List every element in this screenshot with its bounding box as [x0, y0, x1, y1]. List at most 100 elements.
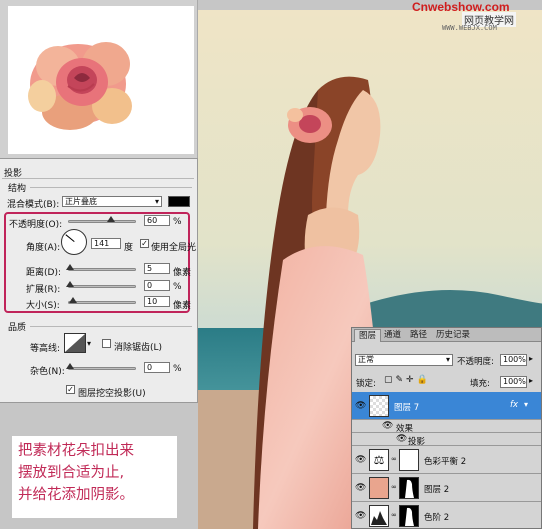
spread-slider[interactable] — [66, 281, 136, 288]
blend-mode-select[interactable]: 正片叠底 ▾ — [62, 196, 162, 207]
eye-icon[interactable]: 👁 — [355, 511, 366, 521]
layer-name: 图层 7 — [394, 403, 420, 413]
mask-thumbnail — [399, 477, 419, 499]
link-icon: ∞ — [391, 483, 397, 491]
mask-thumbnail — [399, 449, 419, 471]
spread-input[interactable]: 0 — [144, 280, 170, 291]
size-label: 大小(S): — [26, 301, 60, 311]
lock-icons[interactable]: ▢✎✛🔒 — [384, 375, 431, 385]
link-icon: ∞ — [391, 511, 397, 519]
caption-line: 把素材花朵扣出来 — [18, 443, 134, 459]
size-input[interactable]: 10 — [144, 296, 170, 307]
flower-material-panel — [0, 0, 198, 158]
chevron-down-icon: ▾ — [445, 355, 450, 364]
tab-paths[interactable]: 路径 — [406, 329, 431, 342]
screenshot: 投影 结构 混合模式(B): 正片叠底 ▾ 不透明度(O): 60 % 角度(A… — [0, 0, 542, 529]
section-structure: 结构 — [8, 184, 27, 194]
slider-thumb[interactable] — [66, 363, 74, 369]
size-slider[interactable] — [68, 297, 136, 304]
slider-thumb[interactable] — [66, 281, 74, 287]
distance-slider[interactable] — [66, 264, 136, 271]
caption-line: 摆放到合适为止, — [18, 465, 125, 481]
knockout-label: 图层挖空投影(U) — [78, 389, 146, 399]
caption-line: 并给花添加阴影。 — [18, 487, 134, 503]
blend-mode-value: 正片叠底 — [65, 197, 97, 206]
layer-blend-mode-value: 正常 — [358, 355, 374, 364]
chevron-down-icon: ▾ — [154, 197, 159, 206]
layers-panel: 图层 通道 路径 历史记录 正常 ▾ 不透明度: 100% ▸ 锁定: ▢✎✛🔒… — [351, 327, 542, 529]
distance-label: 距离(D): — [26, 268, 61, 278]
tab-history[interactable]: 历史记录 — [432, 329, 474, 342]
tutorial-caption: 把素材花朵扣出来 摆放到合适为止, 并给花添加阴影。 — [12, 436, 177, 518]
section-quality: 品质 — [8, 323, 27, 333]
layer-row-2[interactable]: 👁 ∞ 图层 2 — [352, 474, 541, 502]
tab-channels[interactable]: 通道 — [380, 329, 405, 342]
slider-thumb[interactable] — [69, 297, 77, 303]
histogram-icon — [369, 505, 389, 527]
flower-material-canvas — [8, 6, 194, 154]
layer-thumbnail — [369, 395, 389, 417]
layer-row-color-balance[interactable]: 👁 ⚖ ∞ 色彩平衡 2 — [352, 446, 541, 474]
noise-unit: % — [173, 364, 182, 374]
blend-mode-label: 混合模式(B): — [7, 200, 60, 210]
global-light-checkbox[interactable]: ✓ — [140, 239, 149, 248]
eye-icon[interactable]: 👁 — [355, 401, 366, 411]
eye-icon[interactable]: 👁 — [396, 434, 407, 444]
fill-label: 填充: — [470, 379, 490, 389]
contour-preview[interactable] — [64, 333, 86, 353]
eye-icon[interactable]: 👁 — [382, 421, 393, 431]
effects-row[interactable]: 👁 效果 — [352, 420, 541, 434]
slider-thumb[interactable] — [66, 264, 74, 270]
chevron-down-icon[interactable]: ▾ — [524, 400, 528, 409]
noise-slider[interactable] — [66, 363, 136, 370]
slider-thumb[interactable] — [107, 216, 115, 222]
chevron-right-icon[interactable]: ▸ — [529, 354, 533, 363]
lock-label: 锁定: — [356, 379, 376, 389]
layer-blend-mode-select[interactable]: 正常 ▾ — [355, 354, 453, 366]
spread-unit: % — [173, 282, 182, 292]
layer-row-levels[interactable]: 👁 ∞ 色阶 2 — [352, 502, 541, 528]
distance-unit: 像素 — [173, 268, 192, 278]
angle-input[interactable]: 141 — [91, 238, 121, 249]
fill-input[interactable]: 100% — [500, 376, 527, 388]
noise-label: 杂色(N): — [30, 367, 65, 377]
chevron-right-icon[interactable]: ▸ — [529, 376, 533, 385]
spread-label: 扩展(R): — [26, 285, 61, 295]
eye-icon[interactable]: 👁 — [355, 455, 366, 465]
drop-shadow-row[interactable]: 👁 投影 — [352, 433, 541, 447]
noise-input[interactable]: 0 — [144, 362, 170, 373]
drop-shadow-dialog: 投影 结构 混合模式(B): 正片叠底 ▾ 不透明度(O): 60 % 角度(A… — [0, 158, 198, 403]
size-unit: 像素 — [173, 301, 192, 311]
scale-icon: ⚖ — [369, 449, 389, 471]
layer-name: 色阶 2 — [424, 513, 450, 523]
opacity-slider[interactable] — [68, 216, 136, 223]
distance-input[interactable]: 5 — [144, 263, 170, 274]
shadow-color-swatch[interactable] — [168, 196, 190, 207]
global-light-label: 使用全局光 — [151, 243, 197, 253]
angle-unit: 度 — [124, 243, 134, 253]
angle-dial[interactable] — [61, 229, 87, 255]
layer-name: 图层 2 — [424, 485, 450, 495]
opacity-input[interactable]: 60 — [144, 215, 170, 226]
contour-label: 等高线: — [30, 344, 61, 354]
opacity-unit: % — [173, 217, 182, 227]
mask-thumbnail — [399, 505, 419, 527]
fx-icon[interactable]: fx — [510, 400, 518, 410]
angle-label: 角度(A): — [26, 243, 61, 253]
panel-tabs: 图层 通道 路径 历史记录 — [352, 328, 541, 342]
layer-row-7[interactable]: 👁 图层 7 fx ▾ — [352, 392, 541, 420]
tab-layers[interactable]: 图层 — [354, 329, 382, 342]
knockout-checkbox[interactable]: ✓ — [66, 385, 75, 394]
layer-opacity-input[interactable]: 100% — [500, 354, 527, 366]
link-icon: ∞ — [391, 455, 397, 463]
rose-image — [28, 42, 132, 130]
layer-opacity-label: 不透明度: — [457, 357, 494, 367]
layer-name: 色彩平衡 2 — [424, 457, 467, 467]
antialias-label: 消除锯齿(L) — [114, 343, 163, 353]
chevron-down-icon[interactable]: ▾ — [87, 339, 91, 348]
antialias-checkbox[interactable] — [102, 339, 111, 348]
opacity-label: 不透明度(O): — [9, 220, 63, 230]
watermark-url: WWW.WEBJX.COM — [442, 24, 497, 32]
eye-icon[interactable]: 👁 — [355, 483, 366, 493]
layer-thumbnail — [369, 477, 389, 499]
